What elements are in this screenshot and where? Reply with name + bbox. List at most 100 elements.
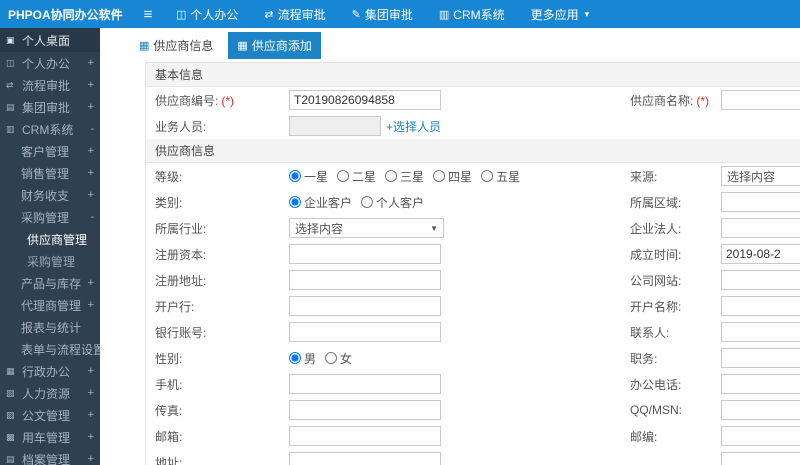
sidebar-item-档案管理[interactable]: ▤ 档案管理 + — [0, 448, 100, 465]
address-input[interactable] — [289, 452, 441, 465]
sidebar-item-流程审批[interactable]: ⇄ 流程审批 + — [0, 74, 100, 96]
field-label: 成立时间: — [630, 247, 682, 262]
right-field — [621, 113, 800, 139]
radio-input[interactable] — [361, 196, 374, 208]
sidebar-item-公文管理[interactable]: ▨ 公文管理 + — [0, 404, 100, 426]
supplier-code-input[interactable] — [289, 90, 441, 110]
tab-bar: ▦ 供应商信息 ▦ 供应商添加 — [100, 28, 800, 62]
expand-toggle-icon[interactable]: + — [86, 167, 94, 179]
sidebar-item-销售管理[interactable]: 销售管理 + — [0, 162, 100, 184]
mobile-input[interactable] — [289, 374, 441, 394]
right-field: 来源: 选择内容▼ — [621, 163, 800, 189]
field-control — [289, 296, 441, 316]
region-input[interactable] — [721, 192, 800, 212]
expand-toggle-icon[interactable]: + — [86, 189, 94, 201]
expand-toggle-icon[interactable]: + — [86, 101, 94, 113]
field-control — [289, 452, 441, 465]
account-name-input[interactable] — [721, 296, 800, 316]
radio-input[interactable] — [289, 352, 301, 364]
expand-toggle-icon[interactable]: + — [86, 453, 94, 465]
sidebar-item-人力资源[interactable]: ▧ 人力资源 + — [0, 382, 100, 404]
tab-供应商添加[interactable]: ▦ 供应商添加 — [228, 31, 321, 59]
expand-toggle-icon[interactable]: + — [86, 79, 94, 91]
fax-input[interactable] — [289, 400, 441, 420]
contact-person-input[interactable] — [721, 322, 800, 342]
job-title-input[interactable] — [721, 348, 800, 368]
source-select[interactable]: 选择内容▼ — [721, 166, 800, 186]
tab-供应商信息[interactable]: ▦ 供应商信息 — [130, 32, 222, 59]
sidebar-item-财务收支[interactable]: 财务收支 + — [0, 184, 100, 206]
radio-input[interactable] — [289, 170, 301, 182]
radio-input[interactable] — [325, 352, 338, 364]
hamburger-icon[interactable]: ≡ — [133, 6, 163, 23]
topnav-item-CRM系统[interactable]: ▥ CRM系统 — [426, 0, 518, 28]
topnav-item-集团审批[interactable]: ✎ 集团审批 — [339, 0, 426, 28]
expand-toggle-icon[interactable]: + — [86, 409, 94, 421]
radio-input[interactable] — [337, 170, 350, 182]
sidebar-item-CRM系统[interactable]: ▥ CRM系统 - — [0, 118, 100, 140]
sidebar-item-行政办公[interactable]: ▦ 行政办公 + — [0, 360, 100, 382]
select-person-link[interactable]: +选择人员 — [386, 118, 441, 135]
legal-person-input[interactable] — [721, 218, 800, 238]
postcode-input[interactable] — [721, 426, 800, 446]
field-control: 企业客户 个人客户 — [289, 194, 433, 211]
industry-select[interactable]: 选择内容 ▼ — [289, 218, 444, 238]
radio-option-四星[interactable]: 四星 — [433, 168, 472, 185]
expand-toggle-icon[interactable]: + — [86, 365, 94, 377]
bank-account-input[interactable] — [289, 322, 441, 342]
field-label: 联系人: — [630, 325, 670, 340]
topnav-item-流程审批[interactable]: ⇄ 流程审批 — [251, 0, 338, 28]
radio-option-三星[interactable]: 三星 — [385, 168, 424, 185]
radio-input[interactable] — [289, 196, 301, 208]
field-control — [289, 244, 441, 264]
expand-toggle-icon[interactable]: + — [86, 299, 94, 311]
expand-toggle-icon[interactable]: + — [86, 57, 94, 69]
radio-input[interactable] — [433, 170, 446, 182]
qq-msn-input[interactable] — [721, 400, 800, 420]
website-input[interactable] — [721, 270, 800, 290]
registered-capital-input[interactable] — [289, 244, 441, 264]
expand-toggle-icon[interactable]: + — [86, 277, 94, 289]
radio-option-一星[interactable]: 一星 — [289, 168, 328, 185]
radio-option-二星[interactable]: 二星 — [337, 168, 376, 185]
radio-option-企业客户[interactable]: 企业客户 — [289, 194, 352, 211]
radio-option-个人客户[interactable]: 个人客户 — [361, 194, 424, 211]
sidebar-item-产品与库存[interactable]: 产品与库存 + — [0, 272, 100, 294]
sidebar-item-采购管理[interactable]: 采购管理 — [0, 250, 100, 272]
expand-toggle-icon[interactable]: + — [86, 387, 94, 399]
sidebar-item-报表与统计[interactable]: 报表与统计 — [0, 316, 100, 338]
field-control — [721, 296, 800, 316]
sidebar-item-label: 代理商管理 — [21, 298, 82, 313]
sidebar-item-集团审批[interactable]: ▤ 集团审批 + — [0, 96, 100, 118]
topnav-item-个人办公[interactable]: ◫ 个人办公 — [163, 0, 251, 28]
sidebar-item-用车管理[interactable]: ▩ 用车管理 + — [0, 426, 100, 448]
expand-toggle-icon[interactable]: - — [88, 123, 94, 135]
sidebar-item-采购管理[interactable]: 采购管理 - — [0, 206, 100, 228]
radio-input[interactable] — [481, 170, 494, 182]
sidebar-item-表单与流程设置[interactable]: 表单与流程设置+ — [0, 338, 100, 360]
address-extra-input[interactable] — [721, 452, 800, 465]
radio-input[interactable] — [385, 170, 398, 182]
radio-option-五星[interactable]: 五星 — [481, 168, 520, 185]
sidebar-item-个人办公[interactable]: ◫ 个人办公 + — [0, 52, 100, 74]
email-input[interactable] — [289, 426, 441, 446]
supplier-name-input[interactable] — [721, 90, 800, 110]
topnav-item-更多应用[interactable]: 更多应用 ▾ — [518, 0, 603, 28]
form-row: 性别: 男女职务: — [146, 345, 800, 371]
registered-address-input[interactable] — [289, 270, 441, 290]
founded-date-input[interactable] — [721, 244, 800, 264]
office-phone-input[interactable] — [721, 374, 800, 394]
sidebar-item-客户管理[interactable]: 客户管理 + — [0, 140, 100, 162]
expand-toggle-icon[interactable]: - — [88, 211, 94, 223]
expand-toggle-icon[interactable]: + — [86, 431, 94, 443]
radio-option-女[interactable]: 女 — [325, 350, 352, 367]
topnav-label: CRM系统 — [453, 7, 505, 22]
business-person-input[interactable] — [289, 116, 381, 136]
radio-option-男[interactable]: 男 — [289, 350, 316, 367]
sidebar-item-代理商管理[interactable]: 代理商管理 + — [0, 294, 100, 316]
bank-name-input[interactable] — [289, 296, 441, 316]
form-row: 邮箱: 邮编: — [146, 423, 800, 449]
sidebar-item-个人桌面[interactable]: ▣ 个人桌面 — [0, 28, 100, 52]
sidebar-item-供应商管理[interactable]: 供应商管理 — [0, 228, 100, 250]
expand-toggle-icon[interactable]: + — [86, 145, 94, 157]
